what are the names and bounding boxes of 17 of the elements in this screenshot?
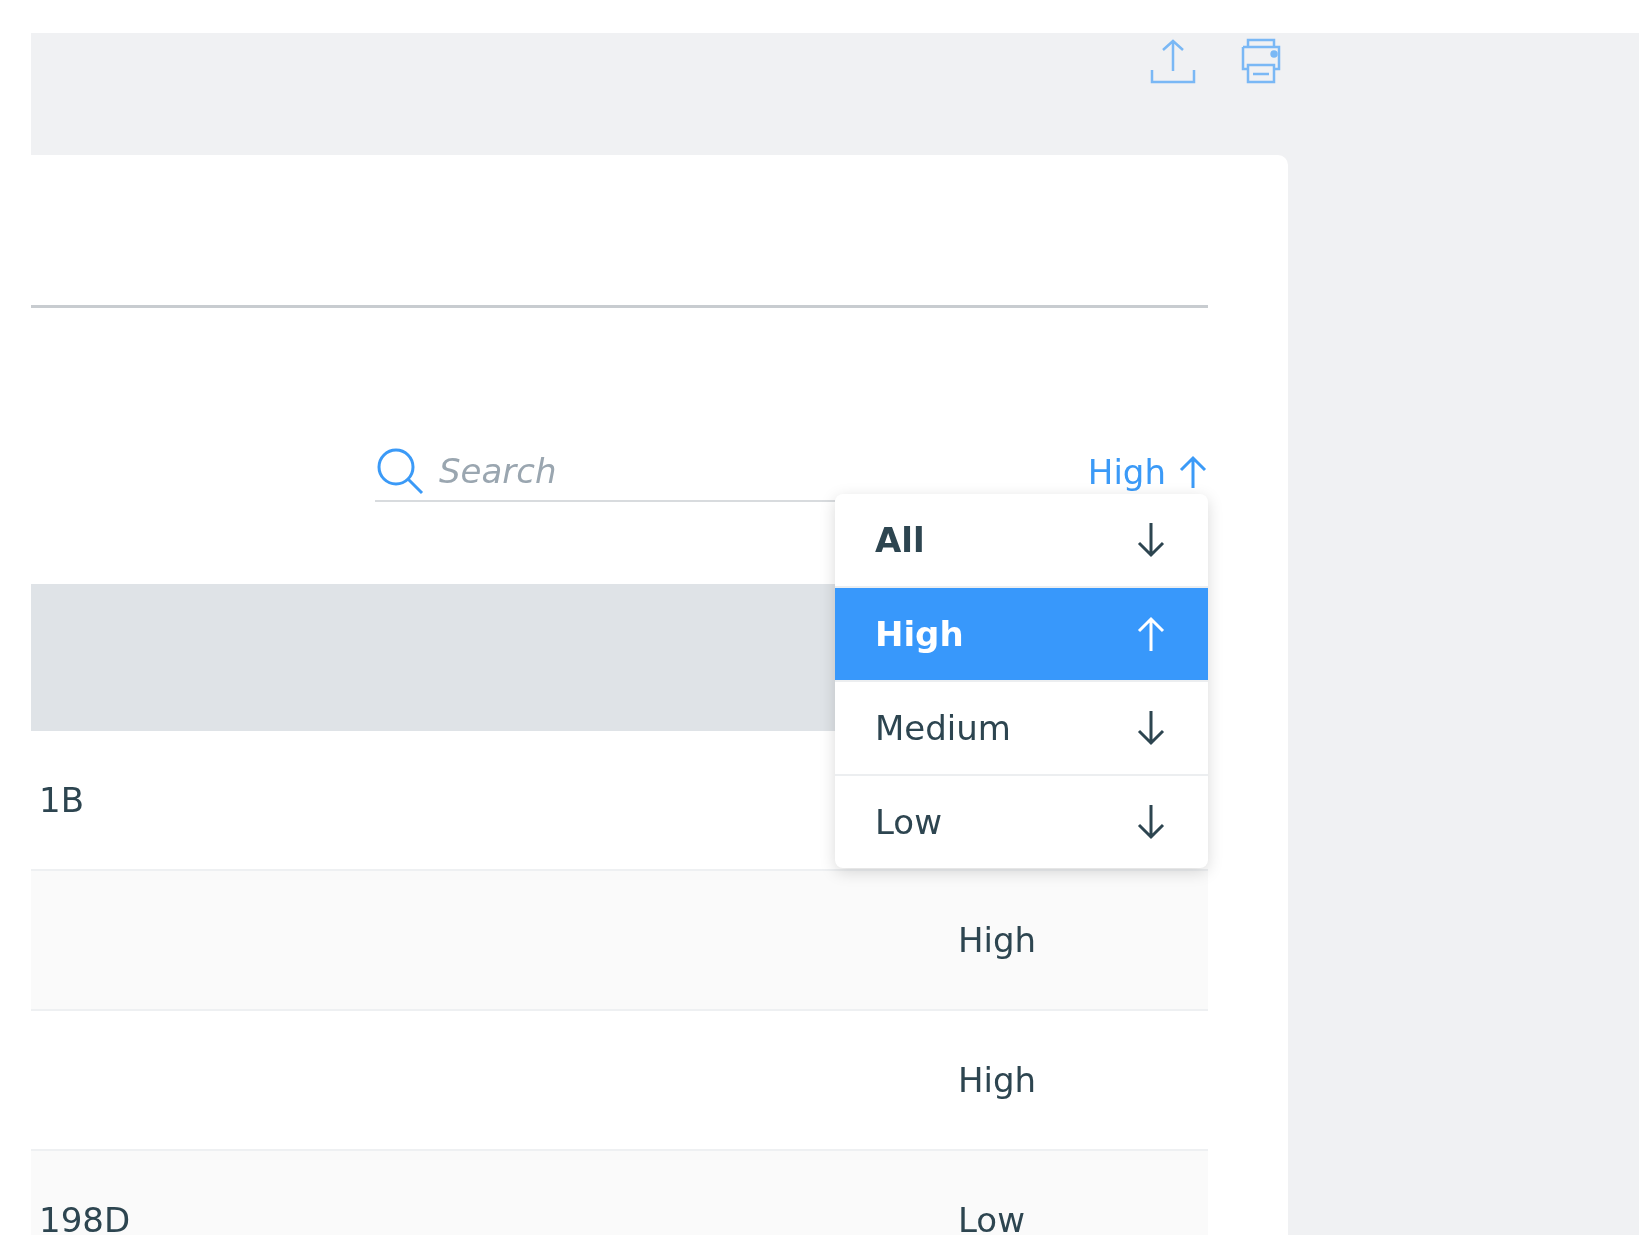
- search-field[interactable]: Search: [437, 450, 821, 492]
- table-cell: High: [958, 1060, 1037, 1100]
- search-icon: [375, 446, 425, 496]
- down-arrow-icon: [1136, 804, 1166, 840]
- upload-icon: [1149, 37, 1197, 85]
- up-arrow-icon: [1178, 455, 1208, 489]
- down-arrow-icon: [1136, 710, 1166, 746]
- down-arrow-icon: [1136, 522, 1166, 558]
- export-button[interactable]: [1149, 37, 1197, 85]
- table-cell: Low: [958, 1200, 1025, 1235]
- table-cell: High: [958, 920, 1037, 960]
- dropdown-option[interactable]: Medium: [835, 682, 1208, 776]
- up-arrow-icon: [1136, 616, 1166, 652]
- search-bar[interactable]: Search: [375, 446, 835, 502]
- dropdown-option[interactable]: Low: [835, 776, 1208, 868]
- table-cell: 198D: [39, 1200, 131, 1235]
- table-cell: 1B: [39, 780, 84, 820]
